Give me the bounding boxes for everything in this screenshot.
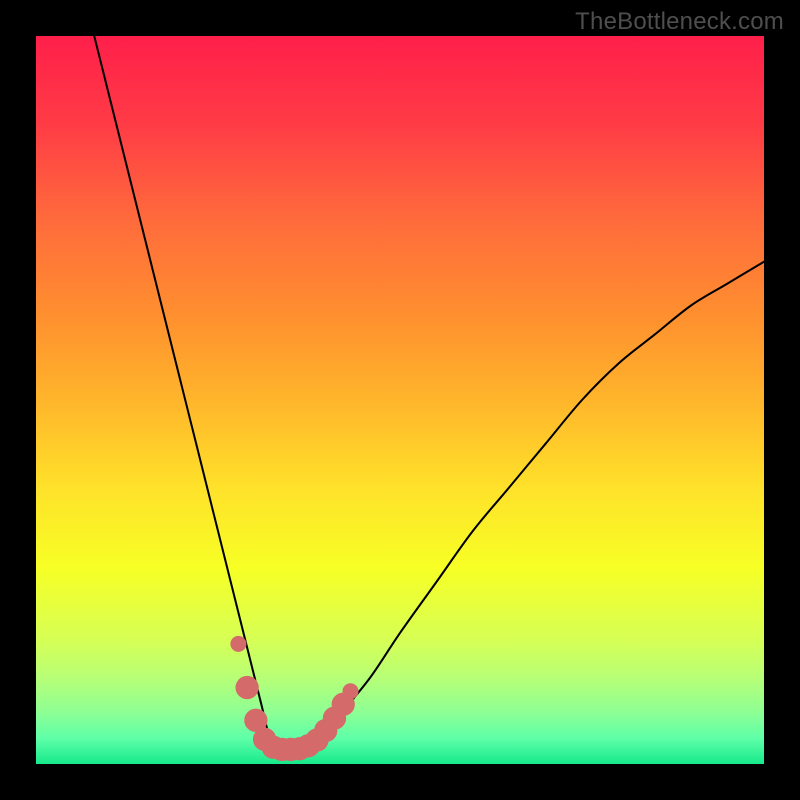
watermark-text: TheBottleneck.com	[575, 8, 784, 36]
highlight-dot	[235, 676, 258, 699]
chart-overlay	[36, 36, 764, 764]
plot-area	[36, 36, 764, 764]
highlight-dot	[342, 683, 358, 699]
highlight-dot	[230, 636, 246, 652]
chart-frame: TheBottleneck.com	[0, 0, 800, 800]
bottleneck-curve	[94, 36, 764, 750]
